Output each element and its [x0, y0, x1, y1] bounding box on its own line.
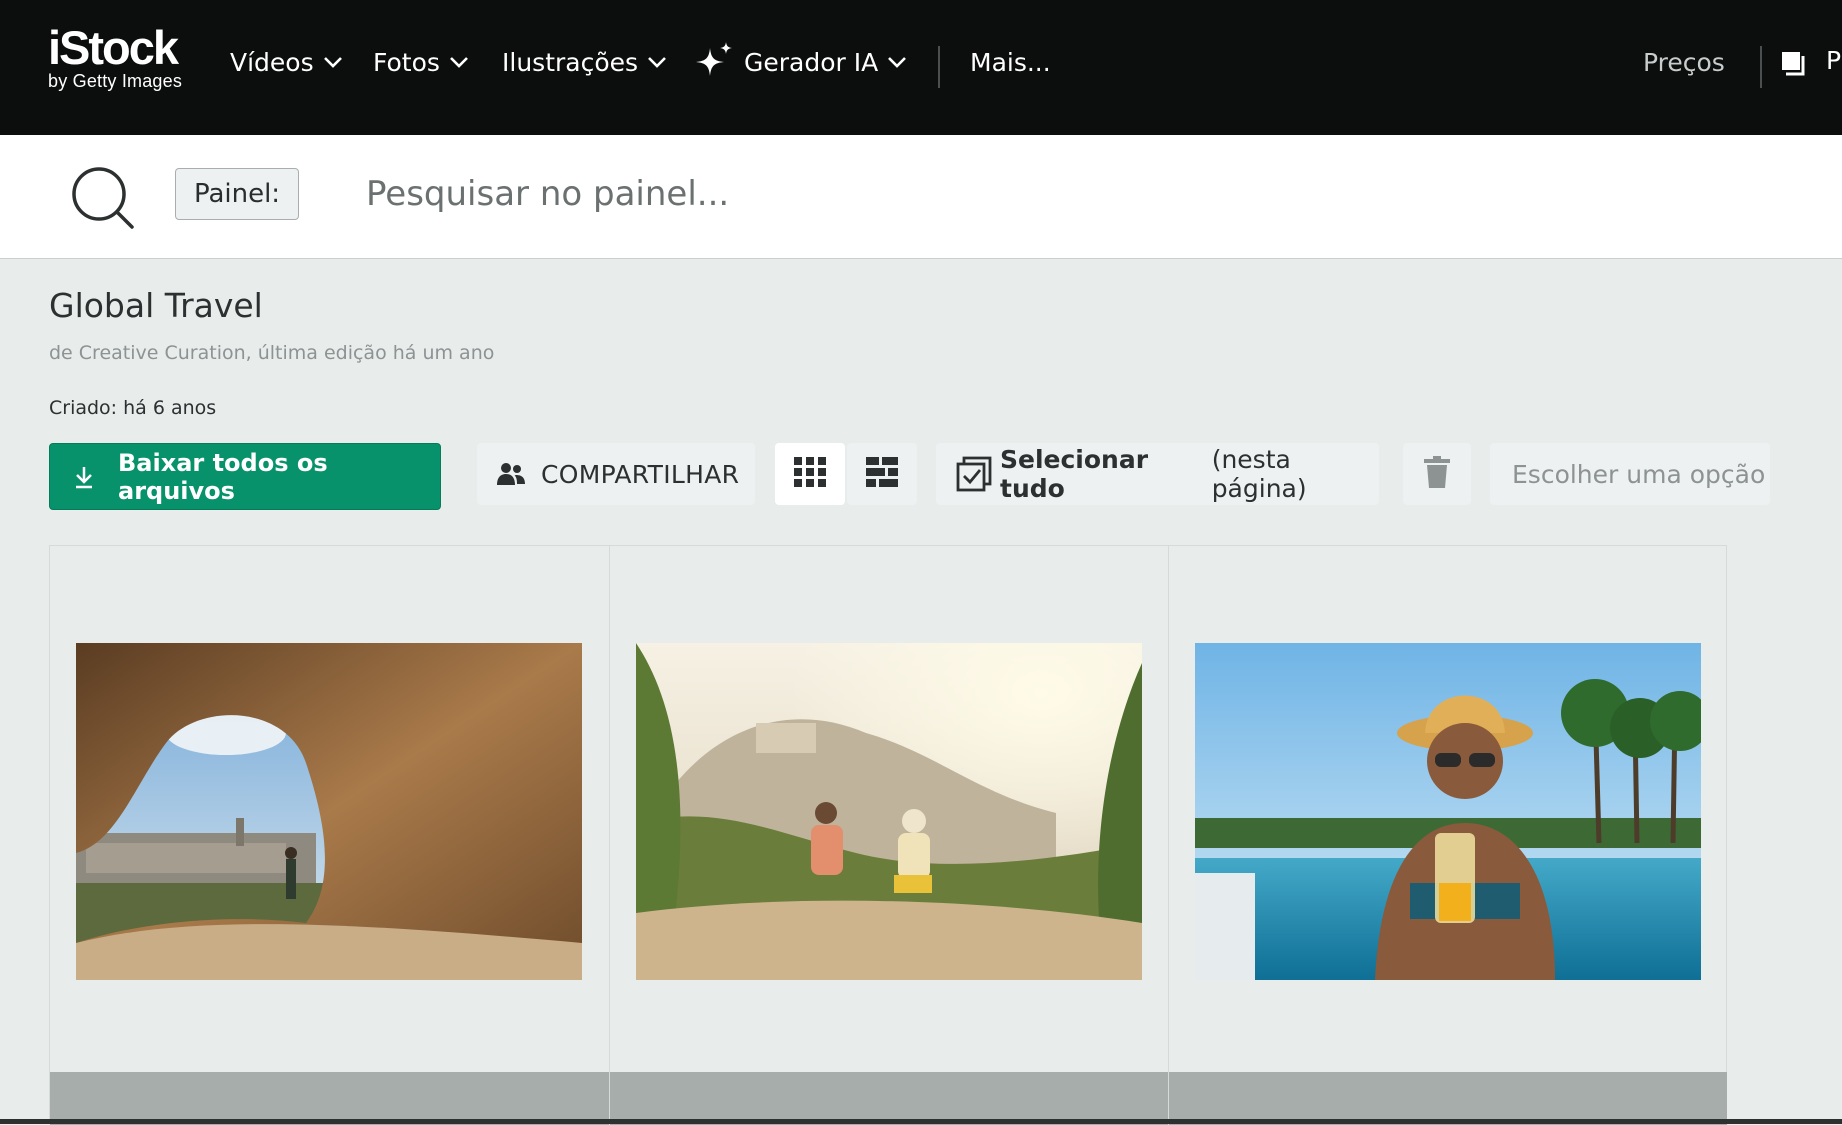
download-all-button[interactable]: Baixar todos os arquivos [49, 443, 441, 510]
nav-fotos[interactable]: Fotos [373, 44, 469, 80]
image-card-footer [610, 1072, 1168, 1125]
nav-divider [1760, 46, 1762, 88]
nav-cut-item[interactable]: P [1826, 46, 1841, 75]
search-scope-chip[interactable]: Painel: [175, 168, 299, 220]
chevron-down-icon [323, 55, 343, 69]
grid-view-button[interactable] [775, 443, 845, 505]
nav-gerador-ia[interactable]: Gerador IA [692, 42, 907, 80]
nav-gerador-ia-label: Gerador IA [744, 47, 879, 77]
nav-fotos-label: Fotos [373, 47, 440, 77]
chevron-down-icon [887, 55, 907, 69]
select-all-scope: (nesta página) [1211, 445, 1307, 503]
nav-ilustracoes-label: Ilustrações [502, 47, 639, 77]
board-search-bar: Painel: [0, 135, 1842, 259]
nav-mais-label: Mais... [970, 47, 1051, 77]
image-card[interactable] [50, 546, 609, 1125]
image-thumbnail[interactable] [636, 643, 1142, 980]
search-icon[interactable] [68, 163, 138, 237]
image-card[interactable] [1168, 546, 1727, 1125]
nav-videos[interactable]: Vídeos [230, 44, 343, 80]
checkbox-icon [956, 456, 992, 492]
board-image-grid [49, 545, 1727, 1125]
trash-icon [1424, 456, 1450, 492]
pool-photo [1195, 643, 1701, 980]
select-all-label: Selecionar tudo [1000, 445, 1149, 503]
cart-icon[interactable] [1780, 48, 1808, 80]
users-icon [497, 462, 525, 486]
nav-divider [938, 46, 940, 88]
bottom-edge [0, 1119, 1842, 1124]
image-card[interactable] [609, 546, 1168, 1125]
search-input[interactable] [366, 163, 1666, 225]
list-icon [866, 457, 898, 491]
logo-wordmark: iStock [48, 21, 179, 74]
share-label: COMPARTILHAR [541, 459, 740, 489]
cave-photo [76, 643, 582, 980]
logo-tagline: by Getty Images [48, 71, 183, 91]
download-icon [74, 465, 94, 489]
mosaic-view-button[interactable] [847, 443, 917, 505]
image-card-footer [1169, 1072, 1727, 1125]
choose-option-select[interactable]: Escolher uma opção [1490, 443, 1770, 505]
nav-ilustracoes[interactable]: Ilustrações [502, 44, 667, 80]
share-button[interactable]: COMPARTILHAR [477, 443, 755, 505]
delete-button[interactable] [1403, 443, 1471, 505]
grid-icon [794, 457, 826, 491]
nav-videos-label: Vídeos [230, 47, 314, 77]
sparkle-icon [692, 40, 736, 84]
image-thumbnail[interactable] [1195, 643, 1701, 980]
chevron-down-icon [449, 55, 469, 69]
image-thumbnail[interactable] [76, 643, 582, 980]
nav-mais[interactable]: Mais... [970, 44, 1051, 80]
hillside-photo [636, 643, 1142, 980]
board-title: Global Travel [49, 286, 263, 325]
nav-precos-label: Preços [1643, 47, 1725, 77]
board-subtitle: de Creative Curation, última edição há u… [49, 342, 495, 364]
nav-precos[interactable]: Preços [1643, 44, 1725, 80]
top-navigation: iStock by Getty Images Vídeos Fotos Ilus… [0, 0, 1842, 135]
istock-logo[interactable]: iStock by Getty Images [48, 21, 183, 91]
download-all-label: Baixar todos os arquivos [118, 448, 328, 505]
board-created: Criado: há 6 anos [49, 397, 217, 419]
image-card-footer [50, 1072, 609, 1125]
select-all-button[interactable]: Selecionar tudo (nesta página) [936, 443, 1379, 505]
chevron-down-icon [647, 55, 667, 69]
